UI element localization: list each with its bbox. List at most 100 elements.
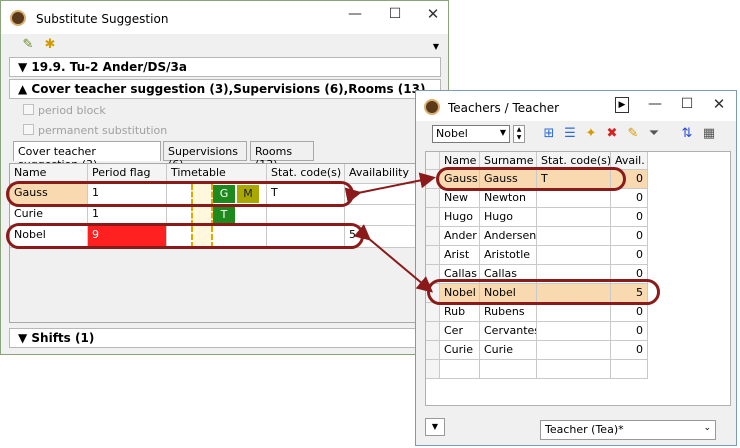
chevron-down-icon: ⌄ bbox=[703, 423, 711, 433]
teacher-row-name[interactable]: Cer bbox=[440, 322, 480, 341]
teacher-row-stat[interactable] bbox=[537, 208, 611, 227]
teacher-row-avail[interactable]: 0 bbox=[611, 189, 648, 208]
tab-cover-teacher-suggestion[interactable]: Cover teacher suggestion (3) bbox=[13, 141, 161, 171]
highlight-oval-nobel-main bbox=[6, 223, 364, 249]
teachers-titlebar: Teachers / Teacher ▶ — ☐ ✕ bbox=[416, 91, 736, 121]
teachers-window-title: Teachers / Teacher bbox=[448, 101, 560, 115]
sort-icon[interactable]: ⇅ bbox=[678, 125, 696, 143]
dropdown-arrow-icon: ▼ bbox=[499, 128, 506, 137]
teacher-row-avail[interactable]: 0 bbox=[611, 246, 648, 265]
teacher-row-avail[interactable]: 0 bbox=[611, 341, 648, 360]
row-handle[interactable] bbox=[426, 208, 440, 227]
footer-menu-button[interactable]: ▼ bbox=[425, 418, 445, 436]
teacher-row-avail[interactable]: 0 bbox=[611, 208, 648, 227]
add-row-icon[interactable]: ⊞ bbox=[540, 125, 558, 143]
teacher-empty-cell[interactable] bbox=[426, 360, 440, 379]
filter-icon[interactable]: ⏷ bbox=[645, 125, 663, 143]
teacher-row-stat[interactable] bbox=[537, 227, 611, 246]
highlight-oval-nobel-teachers bbox=[427, 279, 660, 305]
permanent-substitution-label: permanent substitution bbox=[38, 124, 168, 137]
highlight-oval-gauss-main bbox=[6, 181, 354, 207]
row-handle[interactable] bbox=[426, 189, 440, 208]
collapse-arrow-icon: ▼ bbox=[18, 331, 32, 345]
teacher-row-surname[interactable]: Curie bbox=[480, 341, 537, 360]
teacher-selector[interactable]: Nobel ▼ bbox=[432, 125, 510, 143]
main-window-title: Substitute Suggestion bbox=[36, 12, 169, 26]
edit-icon[interactable]: ✎ bbox=[624, 125, 642, 143]
maximize-button[interactable]: ☐ bbox=[672, 91, 702, 119]
substitute-suggestion-window: Substitute Suggestion — ☐ ✕ ✎ ✱ ▼ ▼ 19.9… bbox=[0, 0, 449, 355]
section-date-label: 19.9. Tu-2 Ander/DS/3a bbox=[31, 60, 187, 74]
maximize-button[interactable]: ☐ bbox=[379, 1, 411, 29]
teacher-selector-value: Nobel bbox=[436, 127, 468, 140]
period-block-checkbox[interactable]: period block bbox=[23, 104, 106, 117]
section-cover-suggestion[interactable]: ▲ Cover teacher suggestion (3),Supervisi… bbox=[9, 79, 441, 99]
footer-view-select-value: Teacher (Tea)* bbox=[545, 423, 624, 436]
teacher-row-avail[interactable]: 0 bbox=[611, 227, 648, 246]
teacher-row-avail[interactable]: 0 bbox=[611, 303, 648, 322]
main-titlebar: Substitute Suggestion — ☐ ✕ bbox=[1, 1, 448, 34]
row-handle[interactable] bbox=[426, 227, 440, 246]
tab-supervisions[interactable]: Supervisions (6) bbox=[163, 141, 247, 171]
teacher-row-stat[interactable] bbox=[537, 322, 611, 341]
teacher-empty-cell[interactable] bbox=[537, 360, 611, 379]
checkbox-box bbox=[23, 124, 34, 135]
teacher-row-surname[interactable]: Hugo bbox=[480, 208, 537, 227]
delete-icon[interactable]: ✖ bbox=[603, 125, 621, 143]
teacher-row-surname[interactable]: Aristotle bbox=[480, 246, 537, 265]
clock-icon bbox=[10, 10, 26, 26]
teacher-row-name[interactable]: Curie bbox=[440, 341, 480, 360]
teachers-window: Teachers / Teacher ▶ — ☐ ✕ Nobel ▼ ▲ ▼ ⊞ … bbox=[415, 90, 737, 446]
teacher-row-stat[interactable] bbox=[537, 303, 611, 322]
settings-gear-icon[interactable]: ✱ bbox=[41, 36, 59, 54]
minimize-button[interactable]: — bbox=[640, 91, 670, 119]
teacher-row-name[interactable]: Rub bbox=[440, 303, 480, 322]
teacher-empty-cell[interactable] bbox=[611, 360, 648, 379]
teacher-row-surname[interactable]: Rubens bbox=[480, 303, 537, 322]
teacher-row-stat[interactable] bbox=[537, 246, 611, 265]
teacher-empty-cell[interactable] bbox=[480, 360, 537, 379]
clock-icon bbox=[424, 99, 440, 115]
teacher-row-stat[interactable] bbox=[537, 341, 611, 360]
play-icon[interactable]: ▶ bbox=[615, 97, 629, 113]
new-item-icon[interactable]: ✦ bbox=[582, 125, 600, 143]
teacher-row-surname[interactable]: Newton bbox=[480, 189, 537, 208]
close-button[interactable]: ✕ bbox=[417, 1, 449, 29]
main-toolbar: ✎ ✱ ▼ bbox=[9, 34, 441, 56]
list-icon[interactable]: ☰ bbox=[561, 125, 579, 143]
section-shifts[interactable]: ▼ Shifts (1) bbox=[9, 328, 441, 348]
teacher-row-name[interactable]: Hugo bbox=[440, 208, 480, 227]
timetable-lesson-t: T bbox=[213, 206, 235, 224]
teacher-empty-cell[interactable] bbox=[440, 360, 480, 379]
section-shifts-label: Shifts (1) bbox=[31, 331, 95, 345]
teacher-row-name[interactable]: Arist bbox=[440, 246, 480, 265]
columns-icon[interactable]: ▦ bbox=[700, 125, 718, 143]
teacher-row-name[interactable]: New bbox=[440, 189, 480, 208]
row-handle[interactable] bbox=[426, 303, 440, 322]
teacher-row-surname[interactable]: Cervantes bbox=[480, 322, 537, 341]
section-date-lesson[interactable]: ▼ 19.9. Tu-2 Ander/DS/3a bbox=[9, 57, 441, 77]
permanent-substitution-checkbox[interactable]: permanent substitution bbox=[23, 124, 167, 137]
period-block-label: period block bbox=[38, 104, 106, 117]
minimize-button[interactable]: — bbox=[339, 1, 371, 29]
expand-arrow-icon: ▲ bbox=[18, 82, 32, 96]
highlight-oval-gauss-teachers bbox=[436, 167, 626, 191]
checkbox-box bbox=[23, 104, 34, 115]
footer-view-select[interactable]: Teacher (Tea)* ⌄ bbox=[540, 420, 716, 440]
teachers-toolbar: Nobel ▼ ▲ ▼ ⊞ ☰ ✦ ✖ ✎ ⏷ ⇅ ▦ bbox=[416, 121, 736, 147]
close-button[interactable]: ✕ bbox=[704, 91, 734, 119]
teacher-row-stat[interactable] bbox=[537, 189, 611, 208]
teacher-row-avail[interactable]: 0 bbox=[611, 322, 648, 341]
section-cover-label: Cover teacher suggestion (3),Supervision… bbox=[31, 82, 426, 96]
collapse-arrow-icon: ▼ bbox=[18, 60, 32, 74]
row-header-corner bbox=[426, 152, 440, 170]
row-handle[interactable] bbox=[426, 341, 440, 360]
row-handle[interactable] bbox=[426, 246, 440, 265]
teacher-row-name[interactable]: Ander bbox=[440, 227, 480, 246]
spin-arrows-icon[interactable]: ▲ ▼ bbox=[513, 125, 525, 143]
row-handle[interactable] bbox=[426, 322, 440, 341]
edit-brush-icon[interactable]: ✎ bbox=[19, 36, 37, 54]
teacher-row-surname[interactable]: Andersen bbox=[480, 227, 537, 246]
tab-rooms[interactable]: Rooms (13) bbox=[250, 141, 314, 171]
toolbar-dropdown-arrow[interactable]: ▼ bbox=[433, 42, 439, 51]
